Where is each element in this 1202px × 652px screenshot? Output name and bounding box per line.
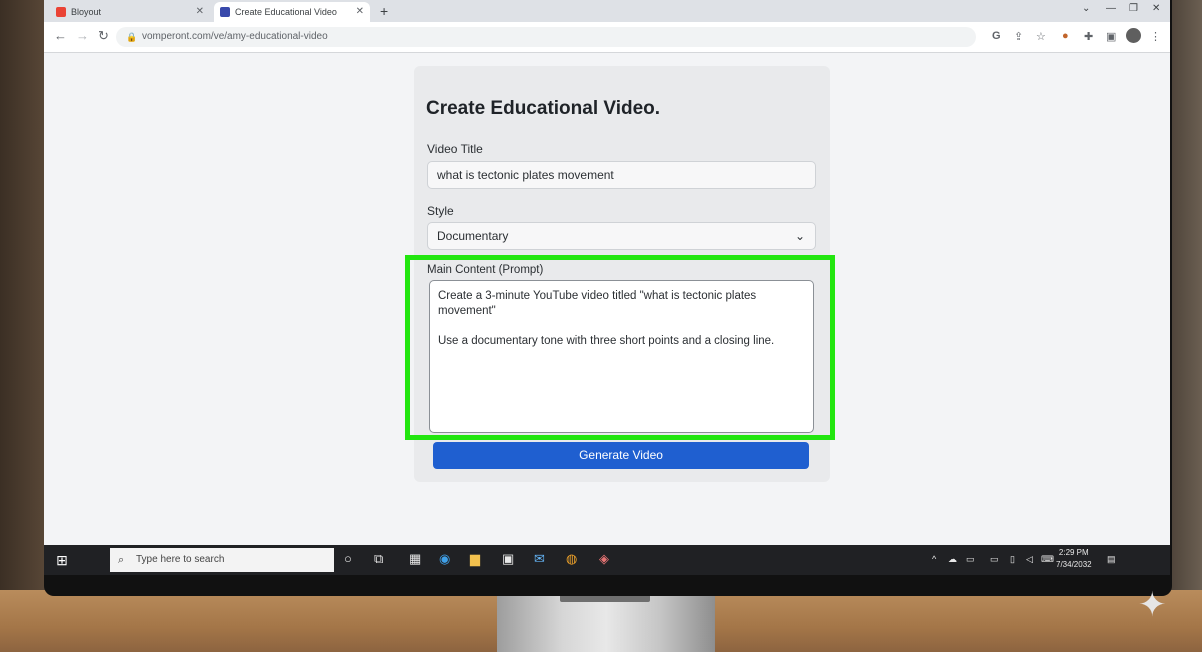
close-tab-icon[interactable]: ✕ (356, 6, 364, 17)
app-icon[interactable]: ◈ (599, 551, 609, 567)
browser-tab-bar: Bloyout ✕ Create Educational Video ✕ + ⌄… (44, 0, 1170, 22)
notification-icon[interactable]: ▤ (1107, 554, 1116, 565)
prompt-line-2: Use a documentary tone with three short … (438, 335, 775, 347)
calculator-icon[interactable]: ▦ (409, 551, 421, 567)
profile-avatar[interactable] (1126, 28, 1141, 43)
taskbar-search-box[interactable]: ⌕ Type here to search (110, 548, 334, 572)
monitor-bezel: Bloyout ✕ Create Educational Video ✕ + ⌄… (44, 0, 1172, 596)
battery-icon[interactable]: ▯ (1010, 554, 1015, 565)
video-title-input[interactable]: what is tectonic plates movement (427, 161, 816, 189)
chrome-icon[interactable]: ◍ (566, 551, 577, 567)
monitor-screen: Bloyout ✕ Create Educational Video ✕ + ⌄… (44, 0, 1170, 575)
cloud-icon[interactable]: ☁ (948, 554, 957, 565)
volume-icon[interactable]: ◁ (1026, 554, 1033, 565)
windows-taskbar: ⊞ ⌕ Type here to search ○ ⧉ ▦ ◉ ▆ ▣ ✉ ◍ … (44, 545, 1170, 575)
tab-search-icon[interactable]: ⌄ (1082, 3, 1090, 14)
tab-bloyout[interactable]: Bloyout ✕ (50, 2, 210, 22)
task-view-icon[interactable]: ⧉ (374, 551, 383, 567)
show-hidden-icons[interactable]: ^ (932, 554, 936, 564)
display-icon[interactable]: ▭ (990, 554, 999, 565)
menu-icon[interactable]: ⋮ (1150, 30, 1161, 43)
page-title: Create Educational Video. (426, 98, 661, 119)
video-title-value: what is tectonic plates movement (437, 168, 614, 182)
generate-video-button[interactable]: Generate Video (433, 442, 809, 469)
close-tab-icon[interactable]: ✕ (196, 6, 204, 17)
windows-start-icon[interactable]: ⊞ (44, 545, 80, 575)
prompt-line-1: Create a 3-minute YouTube video titled "… (438, 290, 757, 317)
edge-icon[interactable]: ◉ (439, 551, 450, 567)
page-content: Create Educational Video. Video Title wh… (44, 53, 1170, 545)
style-label: Style (427, 204, 454, 218)
style-select[interactable]: Documentary ⌄ (427, 222, 816, 250)
search-icon: ⌕ (118, 554, 125, 566)
forward-icon[interactable]: → (76, 28, 89, 43)
site-favicon-icon (220, 7, 230, 17)
extensions-puzzle-icon[interactable]: ✚ (1084, 30, 1093, 43)
cortana-icon[interactable]: ○ (344, 551, 352, 566)
address-bar[interactable]: 🔒 vomperont.com/ve/amy-educational-video (116, 27, 976, 47)
google-icon[interactable]: G (992, 30, 1001, 42)
url-text: vomperont.com/ve/amy-educational-video (142, 31, 328, 42)
restore-icon[interactable]: ❐ (1129, 3, 1138, 14)
bookmark-star-icon[interactable]: ☆ (1036, 30, 1046, 43)
browser-toolbar: ← → ↻ 🔒 vomperont.com/ve/amy-educational… (44, 22, 1170, 53)
side-panel-icon[interactable]: ▣ (1106, 30, 1116, 43)
back-icon[interactable]: ← (54, 28, 67, 43)
chevron-down-icon: ⌄ (794, 229, 805, 243)
clock-date: 7/34/2032 (1056, 560, 1092, 569)
style-value: Documentary (437, 229, 509, 243)
tab-label: Create Educational Video (235, 7, 337, 17)
taskbar-clock[interactable]: 2:29 PM 7/34/2032 (1056, 547, 1092, 571)
gmail-icon (56, 7, 66, 17)
network-icon[interactable]: ▭ (966, 554, 975, 565)
store-icon[interactable]: ▣ (502, 551, 514, 567)
mail-icon[interactable]: ✉ (534, 551, 545, 567)
clock-time: 2:29 PM (1058, 548, 1089, 557)
tab-create-educational-video[interactable]: Create Educational Video ✕ (214, 2, 370, 22)
tab-label: Bloyout (71, 7, 102, 17)
lock-icon: 🔒 (126, 32, 138, 42)
window-close-icon[interactable]: ✕ (1152, 3, 1160, 14)
main-content-textarea[interactable]: Create a 3-minute YouTube video titled "… (429, 280, 814, 433)
file-explorer-icon[interactable]: ▆ (470, 551, 480, 567)
search-placeholder: Type here to search (136, 554, 225, 565)
extension-icon[interactable]: ● (1062, 30, 1069, 42)
video-title-label: Video Title (427, 142, 483, 156)
share-icon[interactable]: ⇪ (1014, 30, 1023, 43)
sparkle-watermark-icon: ✦ (1138, 586, 1167, 624)
keyboard-icon[interactable]: ⌨ (1041, 554, 1054, 565)
minimize-icon[interactable]: — (1106, 3, 1116, 14)
reload-icon[interactable]: ↻ (98, 28, 109, 44)
new-tab-button[interactable]: + (380, 3, 388, 19)
